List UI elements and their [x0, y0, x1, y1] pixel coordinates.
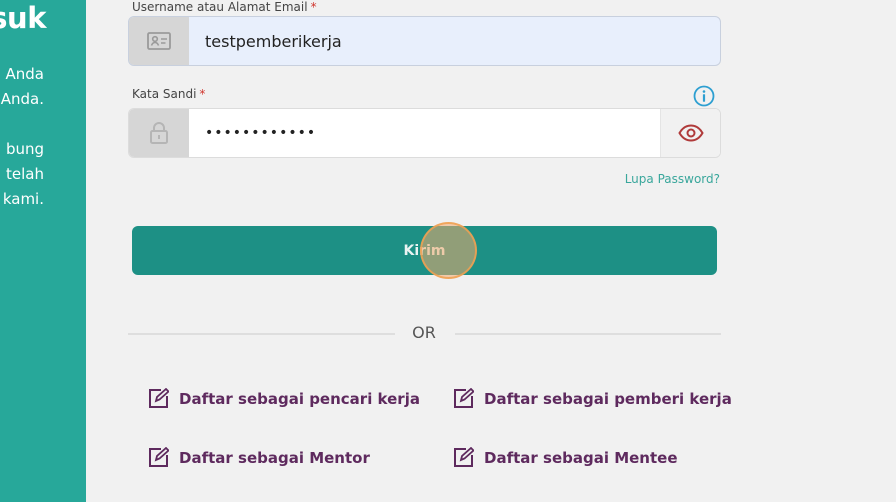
divider-line-left	[128, 333, 395, 335]
side-panel-text-line: Anda.	[0, 90, 44, 108]
password-input[interactable]: ••••••••••••	[189, 109, 660, 157]
forgot-password-link[interactable]: Lupa Password?	[625, 172, 720, 186]
register-employer-link[interactable]: Daftar sebagai pemberi kerja	[453, 388, 732, 409]
password-icon-box	[129, 109, 189, 157]
register-mentee-link[interactable]: Daftar sebagai Mentee	[453, 447, 678, 468]
required-mark: *	[310, 0, 317, 14]
divider-line-right	[455, 333, 721, 335]
edit-icon	[149, 388, 169, 408]
submit-button-label: Kirim	[403, 242, 446, 259]
username-input[interactable]: testpemberikerja	[189, 17, 720, 65]
edit-icon	[454, 447, 474, 467]
edit-icon	[149, 447, 169, 467]
submit-button[interactable]: Kirim	[132, 226, 717, 275]
required-mark: *	[199, 87, 206, 101]
password-label: Kata Sandi *	[132, 87, 205, 101]
side-panel-text-line: telah	[6, 165, 44, 183]
info-icon[interactable]	[693, 85, 715, 107]
side-panel-text-line: Anda	[5, 65, 44, 83]
register-job-seeker-label: Daftar sebagai pencari kerja	[179, 389, 420, 408]
side-panel-text-line: bung	[5, 140, 44, 158]
username-icon-box	[129, 17, 189, 65]
register-mentor-link[interactable]: Daftar sebagai Mentor	[148, 447, 370, 468]
username-label-text: Username atau Alamat Email	[132, 0, 308, 14]
lock-icon	[150, 122, 168, 144]
show-password-toggle[interactable]	[660, 109, 720, 157]
side-panel: suk Anda Anda. bung telah kami.	[0, 0, 86, 502]
register-mentor-label: Daftar sebagai Mentor	[179, 448, 370, 467]
register-mentee-label: Daftar sebagai Mentee	[484, 448, 678, 467]
id-card-icon	[147, 32, 171, 50]
edit-icon	[454, 388, 474, 408]
username-field[interactable]: testpemberikerja	[128, 16, 721, 66]
register-job-seeker-link[interactable]: Daftar sebagai pencari kerja	[148, 388, 420, 409]
eye-icon[interactable]	[677, 124, 704, 142]
username-label: Username atau Alamat Email *	[132, 0, 317, 14]
register-employer-label: Daftar sebagai pemberi kerja	[484, 389, 732, 408]
password-label-text: Kata Sandi	[132, 87, 197, 101]
side-panel-title: suk	[0, 1, 46, 35]
password-field[interactable]: ••••••••••••	[128, 108, 721, 158]
divider-or-text: OR	[412, 323, 436, 342]
side-panel-text-line: kami.	[2, 190, 44, 208]
